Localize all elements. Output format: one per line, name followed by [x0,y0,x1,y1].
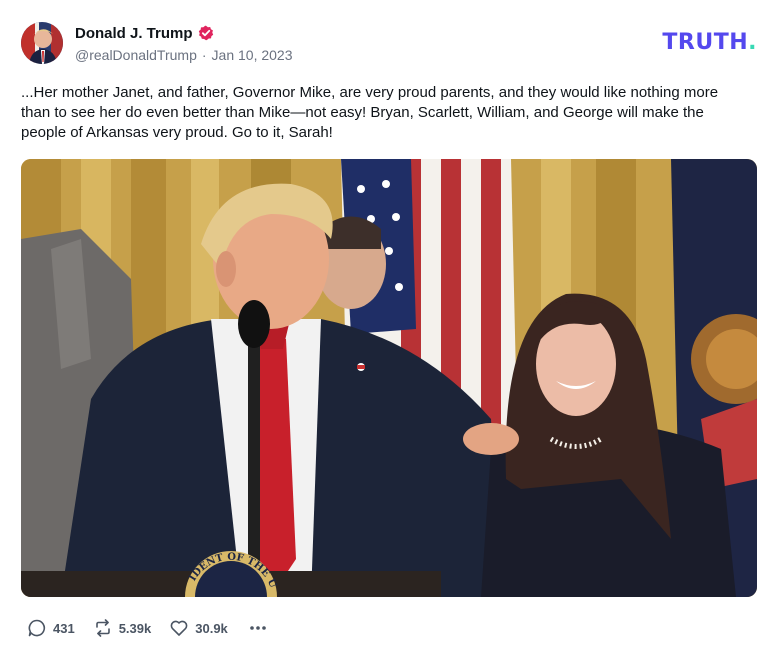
post-date[interactable]: Jan 10, 2023 [212,47,293,63]
reply-count: 431 [53,620,75,636]
like-count: 30.9k [195,620,228,636]
more-dots-icon [249,626,266,630]
brand-dot: . [748,30,757,55]
meta-separator: · [201,47,207,63]
author-display-name[interactable]: Donald J. Trump [75,25,193,42]
more-options-button[interactable] [246,618,270,638]
post-actions: 431 5.39k 30.9k [27,618,270,638]
author-avatar[interactable] [21,22,63,64]
truth-social-logo: TRUTH. [662,30,757,55]
like-button[interactable]: 30.9k [169,618,228,638]
name-row: Donald J. Trump [75,23,293,43]
reply-bubble-icon [28,619,46,637]
post-body-text: ...Her mother Janet, and father, Governo… [21,84,719,141]
post-header: Donald J. Trump @realDonaldTrump · Jan 1… [21,22,293,64]
heart-icon [170,620,188,636]
post-image[interactable]: IDENT OF THE U [21,159,757,597]
retruth-button[interactable]: 5.39k [93,618,152,638]
photo-illustration: IDENT OF THE U [21,159,757,597]
retruth-count: 5.39k [118,620,152,636]
brand-name: TRUTH [662,30,749,55]
author-names: Donald J. Trump @realDonaldTrump · Jan 1… [75,23,293,64]
truth-post-card: Donald J. Trump @realDonaldTrump · Jan 1… [0,0,778,661]
retruth-arrows-icon [95,619,110,637]
verified-badge-icon [198,25,214,41]
author-handle[interactable]: @realDonaldTrump [75,47,197,63]
author-meta: @realDonaldTrump · Jan 10, 2023 [75,47,293,63]
reply-button[interactable]: 431 [27,618,75,638]
